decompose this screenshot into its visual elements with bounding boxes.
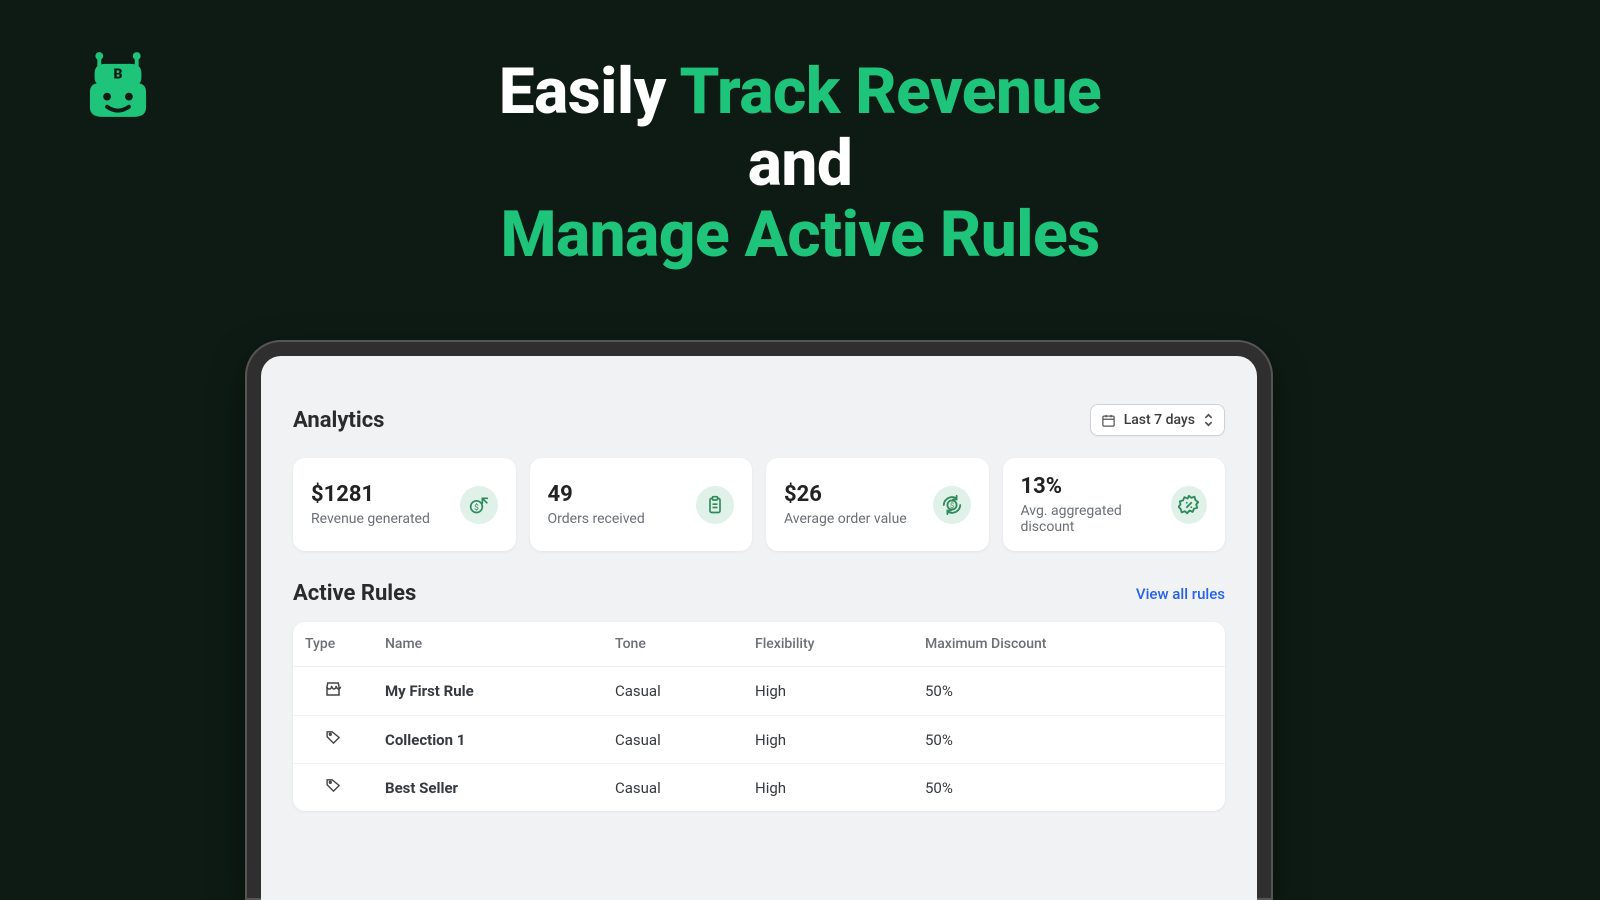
metric-orders: 49 Orders received: [530, 458, 753, 551]
rule-name: Best Seller: [373, 764, 603, 812]
table-row[interactable]: Best Seller Casual High 50%: [293, 764, 1225, 812]
active-rules-title: Active Rules: [293, 581, 416, 606]
metric-label: Revenue generated: [311, 511, 430, 527]
table-row[interactable]: My First Rule Casual High 50%: [293, 667, 1225, 716]
dollar-cycle-icon: $: [933, 486, 971, 524]
hero-headline: Easily Track Revenue and Manage Active R…: [0, 56, 1600, 271]
app-screen: Analytics Last 7 days $1281: [261, 356, 1257, 900]
svg-text:$: $: [474, 502, 479, 513]
metric-revenue: $1281 Revenue generated $: [293, 458, 516, 551]
tag-outline-icon: [325, 729, 342, 746]
metric-label: Avg. aggregated discount: [1021, 503, 1171, 535]
hero-line2-white: and: [748, 126, 853, 201]
metric-value: $26: [784, 482, 907, 507]
analytics-title: Analytics: [293, 408, 384, 433]
header-max-discount: Maximum Discount: [913, 622, 1225, 667]
calendar-icon: [1101, 413, 1116, 428]
rule-tone: Casual: [603, 764, 743, 812]
clipboard-icon: [696, 486, 734, 524]
rules-table: Type Name Tone Flexibility Maximum Disco…: [293, 622, 1225, 811]
up-down-icon: [1203, 413, 1214, 427]
rule-name: Collection 1: [373, 716, 603, 764]
metric-label: Orders received: [548, 511, 645, 527]
metrics-row: $1281 Revenue generated $ 49 Orders rece…: [293, 458, 1225, 551]
header-type: Type: [293, 622, 373, 667]
percent-badge-icon: [1171, 486, 1207, 524]
date-range-label: Last 7 days: [1124, 412, 1195, 428]
laptop-frame: Analytics Last 7 days $1281: [245, 340, 1273, 900]
table-header-row: Type Name Tone Flexibility Maximum Disco…: [293, 622, 1225, 667]
rule-flex: High: [743, 716, 913, 764]
rule-tone: Casual: [603, 716, 743, 764]
hero-line1-green: Track Revenue: [680, 54, 1102, 129]
header-name: Name: [373, 622, 603, 667]
rule-max-discount: 50%: [913, 764, 1225, 812]
header-tone: Tone: [603, 622, 743, 667]
metric-label: Average order value: [784, 511, 907, 527]
date-range-picker[interactable]: Last 7 days: [1090, 404, 1225, 436]
hero-line1-white: Easily: [499, 54, 680, 129]
rule-tone: Casual: [603, 667, 743, 716]
svg-text:$: $: [949, 501, 953, 510]
metric-value: $1281: [311, 482, 430, 507]
hero-line3-green: Manage Active Rules: [500, 197, 1099, 272]
dollar-up-icon: $: [460, 486, 498, 524]
rule-max-discount: 50%: [913, 716, 1225, 764]
metric-value: 13%: [1021, 474, 1171, 499]
tag-outline-icon: [325, 777, 342, 794]
rule-name: My First Rule: [373, 667, 603, 716]
view-all-rules-link[interactable]: View all rules: [1136, 585, 1225, 603]
table-row[interactable]: Collection 1 Casual High 50%: [293, 716, 1225, 764]
rule-flex: High: [743, 667, 913, 716]
metric-value: 49: [548, 482, 645, 507]
header-flexibility: Flexibility: [743, 622, 913, 667]
rule-max-discount: 50%: [913, 667, 1225, 716]
storefront-icon: [324, 680, 342, 698]
metric-discount: 13% Avg. aggregated discount: [1003, 458, 1226, 551]
rule-flex: High: [743, 764, 913, 812]
metric-aov: $26 Average order value $: [766, 458, 989, 551]
